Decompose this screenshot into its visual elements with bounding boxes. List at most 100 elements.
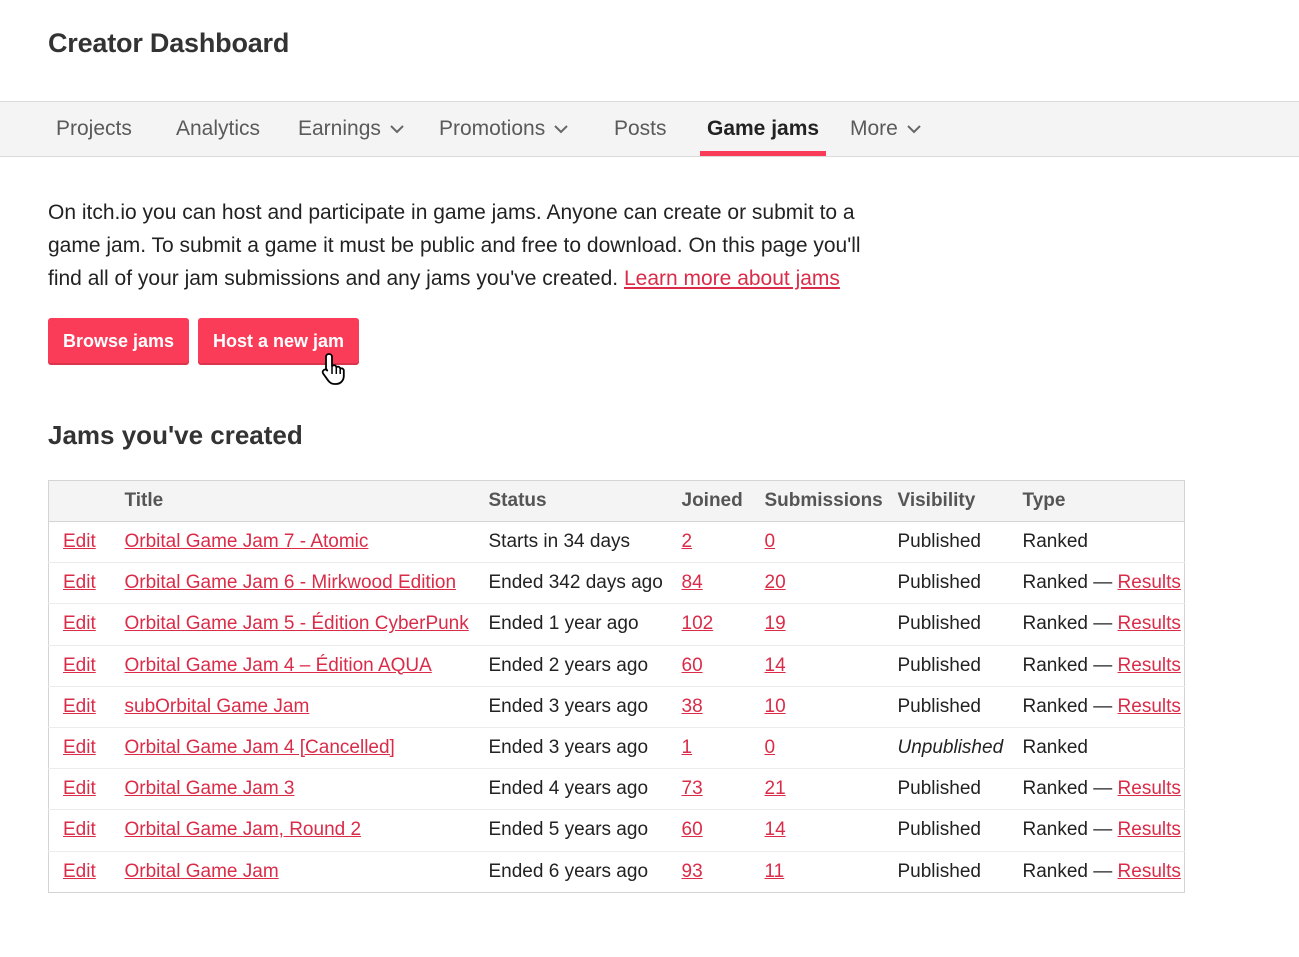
type-value: Ranked — (1022, 695, 1118, 717)
submissions-count-link[interactable]: 0 (765, 531, 776, 552)
jams-created-heading: Jams you've created (48, 420, 303, 450)
results-link[interactable]: Results (1118, 819, 1181, 840)
type-value: Ranked (1022, 531, 1089, 553)
dashboard-tab-bar: Projects Analytics Earnings Promotions P… (0, 101, 1299, 157)
edit-link[interactable]: Edit (63, 613, 96, 634)
submissions-count-link[interactable]: 10 (765, 696, 786, 717)
jam-title-link[interactable]: Orbital Game Jam 4 – Édition AQUA (125, 655, 432, 676)
hand-pointer-cursor-icon (320, 352, 350, 391)
tab-earnings[interactable]: Earnings (298, 102, 405, 156)
joined-count-link[interactable]: 1 (682, 737, 693, 758)
joined-count-link[interactable]: 73 (682, 778, 703, 799)
tab-projects[interactable]: Projects (56, 102, 132, 156)
tab-label: Analytics (176, 117, 261, 140)
jam-title-link[interactable]: Orbital Game Jam 7 - Atomic (125, 531, 369, 552)
table-row: Edit Orbital Game Jam 4 – Édition AQUA E… (48, 644, 1185, 687)
joined-count-link[interactable]: 60 (682, 655, 703, 676)
edit-link[interactable]: Edit (63, 819, 96, 840)
visibility-value: Published (897, 809, 1023, 851)
tab-label: More (850, 117, 898, 140)
jam-title-link[interactable]: subOrbital Game Jam (125, 696, 310, 717)
visibility-value: Published (897, 531, 981, 553)
jam-status: Ended 1 year ago (488, 603, 682, 646)
table-row: Edit Orbital Game Jam, Round 2 Ended 5 y… (48, 809, 1185, 851)
jam-title-link[interactable]: Orbital Game Jam (125, 861, 279, 882)
chevron-down-icon (553, 124, 569, 134)
type-value: Ranked — (1022, 654, 1118, 676)
edit-link[interactable]: Edit (63, 778, 96, 799)
table-row: Edit Orbital Game Jam 6 - Mirkwood Editi… (48, 562, 1185, 604)
table-header-row: Title Status Joined Submissions Visibili… (48, 480, 1185, 522)
jam-status: Starts in 34 days (488, 531, 631, 553)
submissions-count-link[interactable]: 19 (765, 613, 786, 634)
joined-count-link[interactable]: 102 (682, 613, 714, 634)
visibility-value: Unpublished (897, 726, 1023, 769)
visibility-value: Published (897, 644, 1023, 687)
column-header-status: Status (488, 480, 682, 522)
tab-label: Posts (614, 117, 667, 140)
table-row: Edit subOrbital Game Jam Ended 3 years a… (48, 685, 1185, 728)
tab-game-jams[interactable]: Game jams (699, 102, 827, 156)
column-header-type: Type (1022, 480, 1185, 522)
tab-analytics[interactable]: Analytics (176, 102, 260, 156)
table-row: Edit Orbital Game Jam Ended 6 years ago … (48, 850, 1185, 893)
jam-title-link[interactable]: Orbital Game Jam, Round 2 (125, 819, 362, 840)
edit-link[interactable]: Edit (63, 531, 96, 552)
submissions-count-link[interactable]: 14 (765, 655, 786, 676)
jam-status: Ended 342 days ago (488, 562, 682, 604)
table-row: Edit Orbital Game Jam 7 - Atomic Starts … (49, 522, 1185, 563)
results-link[interactable]: Results (1118, 778, 1181, 799)
visibility-value: Published (897, 685, 1023, 728)
type-value: Ranked — (1022, 572, 1118, 594)
edit-link[interactable]: Edit (63, 572, 96, 593)
chevron-down-icon (389, 124, 405, 134)
page-title: Creator Dashboard (48, 28, 290, 58)
jams-table: Title Status Joined Submissions Visibili… (48, 480, 1185, 893)
edit-link[interactable]: Edit (63, 655, 96, 676)
jam-status: Ended 3 years ago (488, 685, 682, 728)
results-link[interactable]: Results (1118, 655, 1181, 676)
tab-more[interactable]: More (850, 102, 922, 156)
joined-count-link[interactable]: 60 (682, 819, 703, 840)
submissions-count-link[interactable]: 0 (765, 737, 776, 758)
submissions-count-link[interactable]: 11 (765, 861, 785, 882)
jam-status: Ended 5 years ago (488, 809, 682, 851)
jam-status: Ended 4 years ago (488, 768, 682, 810)
tab-posts[interactable]: Posts (614, 102, 667, 156)
submissions-count-link[interactable]: 14 (765, 819, 786, 840)
chevron-down-icon (906, 124, 922, 134)
results-link[interactable]: Results (1118, 696, 1181, 717)
jam-title-link[interactable]: Orbital Game Jam 6 - Mirkwood Edition (125, 572, 457, 593)
tab-promotions[interactable]: Promotions (439, 102, 569, 156)
browse-jams-button[interactable]: Browse jams (48, 318, 190, 365)
submissions-count-link[interactable]: 20 (765, 572, 786, 593)
jam-title-link[interactable]: Orbital Game Jam 4 [Cancelled] (125, 737, 395, 758)
edit-link[interactable]: Edit (63, 737, 96, 758)
type-value: Ranked — (1022, 860, 1118, 882)
jam-title-link[interactable]: Orbital Game Jam 5 - Édition CyberPunk (125, 613, 469, 634)
joined-count-link[interactable]: 2 (682, 531, 693, 552)
learn-more-link[interactable]: Learn more about jams (624, 267, 840, 290)
jam-status: Ended 6 years ago (488, 850, 682, 893)
joined-count-link[interactable]: 84 (682, 572, 703, 593)
visibility-value: Published (897, 603, 1023, 646)
type-value: Ranked — (1022, 778, 1118, 800)
intro-paragraph: On itch.io you can host and participate … (48, 196, 878, 295)
visibility-value: Published (897, 850, 1023, 893)
edit-link[interactable]: Edit (63, 861, 96, 882)
column-header-joined: Joined (681, 480, 765, 522)
results-link[interactable]: Results (1118, 861, 1181, 882)
table-row: Edit Orbital Game Jam 4 [Cancelled] Ende… (48, 726, 1185, 769)
tab-label: Projects (56, 117, 132, 140)
jam-status: Ended 2 years ago (488, 644, 682, 687)
results-link[interactable]: Results (1118, 613, 1181, 634)
joined-count-link[interactable]: 93 (682, 861, 703, 882)
results-link[interactable]: Results (1118, 572, 1181, 593)
tab-label: Earnings (298, 117, 381, 140)
submissions-count-link[interactable]: 21 (765, 778, 786, 799)
jam-title-link[interactable]: Orbital Game Jam 3 (125, 778, 295, 799)
type-value: Ranked — (1022, 613, 1118, 635)
type-value: Ranked (1022, 737, 1089, 759)
edit-link[interactable]: Edit (63, 696, 96, 717)
joined-count-link[interactable]: 38 (682, 696, 703, 717)
